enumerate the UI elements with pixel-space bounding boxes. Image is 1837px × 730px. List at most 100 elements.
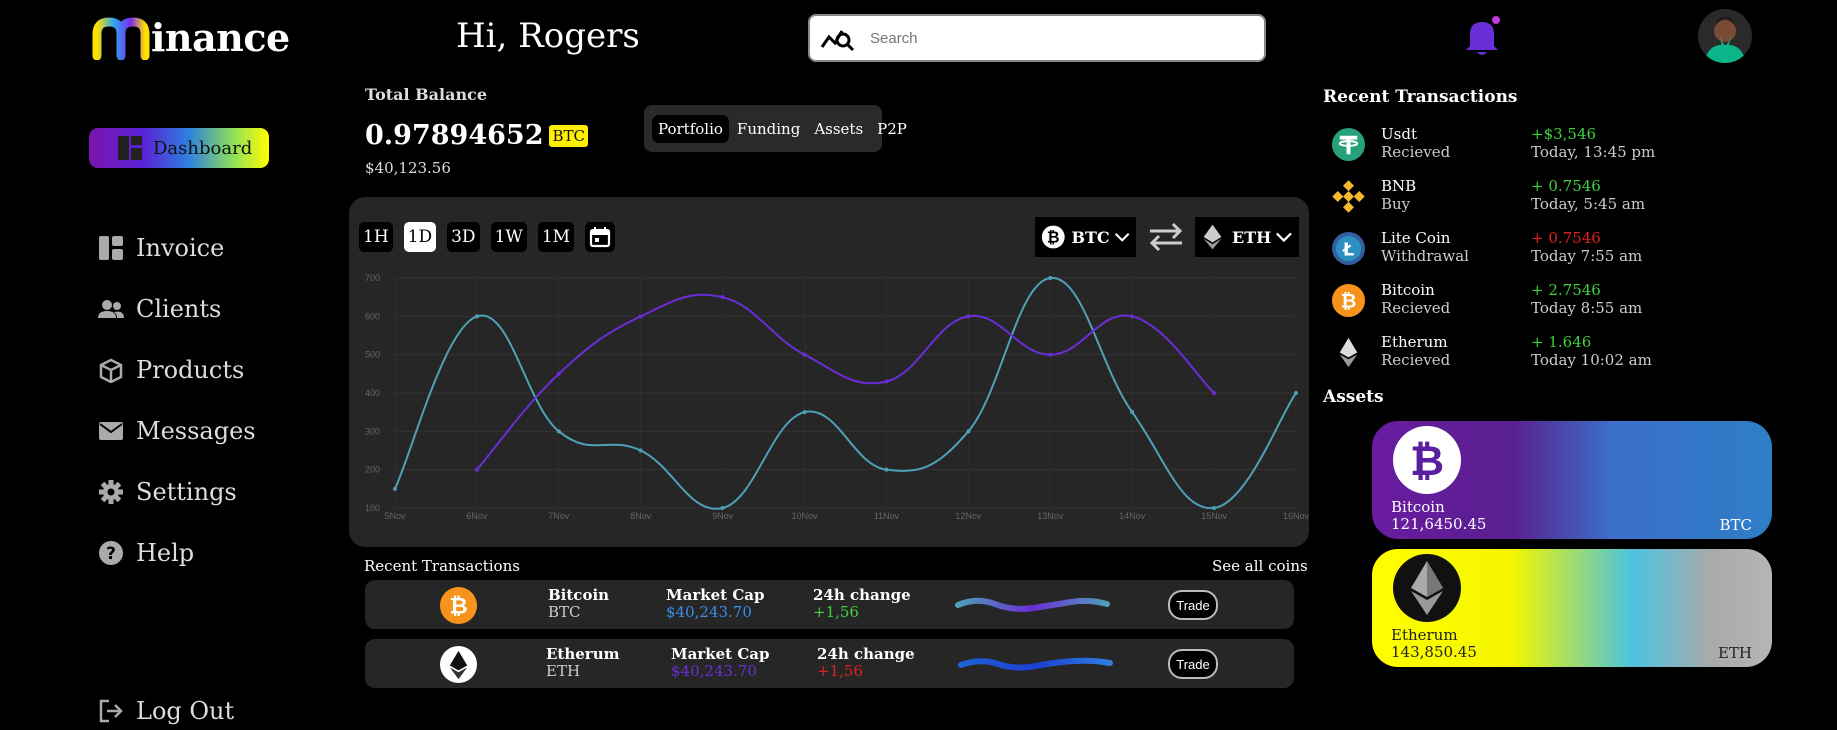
to-coin-label: ETH — [1232, 227, 1272, 247]
transaction-item[interactable]: Etherum Recieved + 1.646 Today 10:02 am — [1331, 333, 1681, 373]
timeframe-1d-button[interactable]: 1D — [403, 222, 437, 252]
y-tick-label: 600 — [365, 311, 380, 321]
calendar-button[interactable] — [585, 222, 616, 252]
dashboard-nav-button[interactable]: Dashboard — [89, 128, 269, 168]
market-cap-value: $40,243.70 — [671, 662, 757, 680]
data-point — [884, 467, 889, 472]
search-input[interactable] — [870, 29, 1250, 47]
sidebar-item-invoice[interactable]: Invoice — [98, 234, 224, 262]
timeframe-1h-button[interactable]: 1H — [359, 222, 393, 252]
transaction-amount: + 0.7546 — [1531, 177, 1601, 195]
coin-name: Bitcoin — [548, 586, 610, 604]
transaction-item[interactable]: Ł Lite Coin Withdrawal + 0.7546 Today 7:… — [1331, 229, 1681, 269]
change-value: +1,56 — [813, 603, 859, 621]
sidebar-item-label: Messages — [136, 417, 256, 445]
search-bar[interactable] — [808, 14, 1266, 62]
swap-icon[interactable] — [1146, 220, 1186, 254]
bitcoin-icon: ₿ — [439, 586, 478, 625]
logo-mark-icon — [92, 17, 150, 60]
y-tick-label: 100 — [365, 503, 380, 513]
to-coin-select[interactable]: ETH — [1195, 217, 1299, 257]
avatar[interactable] — [1698, 9, 1752, 63]
x-tick-label: 15Nov — [1201, 511, 1228, 521]
tab-p2p[interactable]: P2P — [871, 115, 913, 143]
tab-portfolio[interactable]: Portfolio — [652, 114, 729, 143]
assets-title: Assets — [1323, 387, 1384, 407]
change-label: 24h change — [813, 586, 911, 604]
asset-card-bitcoin[interactable]: ₿ Bitcoin 121,6450.45 BTC — [1372, 421, 1772, 539]
timeframe-1w-button[interactable]: 1W — [490, 222, 527, 252]
transaction-type: Recieved — [1381, 351, 1451, 369]
data-point — [966, 429, 971, 434]
sidebar-item-messages[interactable]: Messages — [98, 417, 256, 445]
sparkline-icon — [955, 597, 1110, 612]
y-tick-label: 400 — [365, 388, 380, 398]
timeframe-1m-button[interactable]: 1M — [537, 222, 575, 252]
market-cap-label: Market Cap — [666, 586, 765, 604]
sidebar-item-products[interactable]: Products — [98, 356, 244, 384]
coin-row-ethereum: Etherum ETH Market Cap $40,243.70 24h ch… — [365, 639, 1294, 688]
transaction-time: Today 10:02 am — [1531, 351, 1652, 369]
data-point — [1212, 391, 1217, 395]
transaction-amount-cell: + 2.7546 Today 8:55 am — [1531, 281, 1642, 317]
see-all-coins-link[interactable]: See all coins — [1212, 557, 1308, 575]
svg-text:₿: ₿ — [1410, 436, 1444, 485]
asset-symbol: BTC — [1719, 516, 1752, 534]
ethereum-icon — [1203, 224, 1222, 250]
transaction-amount-cell: + 0.7546 Today 7:55 am — [1531, 229, 1642, 265]
sidebar-item-settings[interactable]: Settings — [98, 478, 237, 506]
coin-name: Etherum — [546, 645, 620, 663]
transaction-time: Today 7:55 am — [1531, 247, 1643, 265]
price-chart-card: 1H 1D 3D 1W 1M ₿ BTC ETH 100 200 300 400 500… — [349, 197, 1309, 547]
messages-icon — [99, 422, 123, 440]
bnb-icon — [1332, 180, 1365, 213]
x-tick-label: 12Nov — [955, 511, 982, 521]
transaction-name: Usdt — [1381, 125, 1417, 143]
market-cap-value: $40,243.70 — [666, 603, 752, 621]
change-cell: 24h change +1,56 — [813, 587, 911, 621]
coin-symbol: BTC — [548, 603, 581, 621]
from-coin-select[interactable]: ₿ BTC — [1035, 217, 1136, 257]
coin-row-bitcoin: ₿ Bitcoin BTC Market Cap $40,243.70 24h … — [365, 580, 1294, 629]
transaction-name: BNB — [1381, 177, 1417, 195]
tab-assets[interactable]: Assets — [808, 115, 869, 143]
asset-name: Bitcoin — [1391, 498, 1445, 516]
timeframe-3d-button[interactable]: 3D — [447, 222, 480, 252]
dashboard-icon — [118, 136, 142, 160]
sidebar-item-clients[interactable]: Clients — [98, 295, 221, 323]
transaction-type: Buy — [1381, 195, 1411, 213]
ethereum-icon — [1339, 337, 1358, 368]
dashboard-label: Dashboard — [153, 137, 253, 159]
chevron-down-icon — [1114, 233, 1130, 242]
trade-button[interactable]: Trade — [1168, 590, 1218, 620]
transaction-item[interactable]: ₿ Bitcoin Recieved + 2.7546 Today 8:55 a… — [1331, 281, 1681, 321]
sidebar-item-label: Help — [136, 539, 195, 567]
greeting: Hi, Rogers — [456, 16, 640, 56]
change-value: +1,56 — [817, 662, 863, 680]
svg-text:Ł: Ł — [1342, 240, 1354, 260]
tether-icon — [1331, 127, 1366, 162]
data-point — [1212, 506, 1217, 510]
asset-card-ethereum[interactable]: Etherum 143,850.45 ETH — [1372, 549, 1772, 667]
transaction-time: Today, 5:45 am — [1531, 195, 1646, 213]
transaction-type: Recieved — [1381, 143, 1451, 161]
transaction-name-cell: Lite Coin Withdrawal — [1381, 229, 1469, 265]
transaction-item[interactable]: BNB Buy + 0.7546 Today, 5:45 am — [1331, 177, 1681, 217]
notification-bell-icon[interactable] — [1462, 14, 1502, 58]
transaction-amount: +$3,546 — [1531, 125, 1597, 143]
data-point — [802, 410, 807, 415]
transaction-amount-cell: + 1.646 Today 10:02 am — [1531, 333, 1652, 369]
trade-button[interactable]: Trade — [1168, 649, 1218, 679]
logout-button[interactable]: Log Out — [98, 697, 234, 725]
sidebar-item-help[interactable]: ? Help — [98, 539, 194, 567]
sidebar-item-label: Clients — [136, 295, 222, 323]
transaction-item[interactable]: Usdt Recieved +$3,546 Today, 13:45 pm — [1331, 125, 1681, 165]
logo[interactable]: inance — [91, 12, 290, 62]
asset-amount: 143,850.45 — [1391, 643, 1477, 661]
data-point — [474, 314, 479, 319]
litecoin-icon: Ł — [1331, 231, 1366, 266]
avatar-image — [1698, 9, 1752, 63]
balance-unit-badge: BTC — [549, 124, 588, 147]
tab-funding[interactable]: Funding — [731, 115, 806, 143]
svg-text:₿: ₿ — [1341, 289, 1357, 312]
